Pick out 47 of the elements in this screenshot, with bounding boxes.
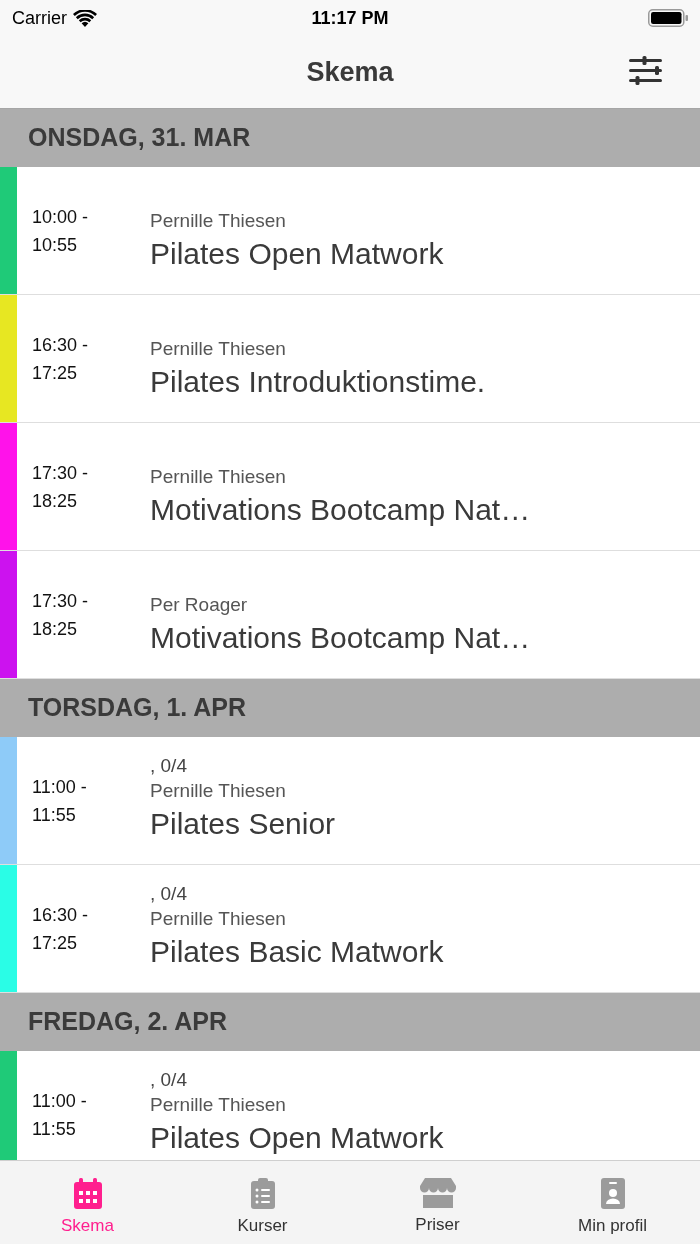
class-row[interactable]: 16:30 - 17:25 , 0/4 Pernille Thiesen Pilates Basic Matwork (0, 865, 700, 993)
class-row[interactable]: 16:30 - 17:25 Pernille Thiesen Pilates Introduktionstime. (0, 295, 700, 423)
date-header: FREDAG, 2. APR (0, 993, 700, 1051)
class-title: Pilates Introduktionstime. (150, 364, 486, 400)
carrier-label: Carrier (12, 6, 67, 30)
capacity-text: , 0/4 (150, 1068, 187, 1092)
instructor-name: Pernille Thiesen (150, 779, 286, 803)
class-title: Pilates Senior (150, 806, 336, 842)
wifi-icon (73, 9, 97, 27)
class-title: Motivations Bootcamp Nat… (150, 620, 531, 656)
time-range: 16:30 - 17:25 (32, 903, 90, 955)
instructor-name: Pernille Thiesen (150, 1093, 286, 1117)
class-title: Motivations Bootcamp Nat… (150, 492, 531, 528)
date-header: ONSDAG, 31. MAR (0, 109, 700, 167)
storefront-icon (419, 1178, 456, 1208)
clipboard-list-icon (250, 1178, 275, 1209)
status-time: 11:17 PM (311, 6, 389, 30)
filter-button[interactable] (629, 56, 662, 85)
instructor-name: Per Roager (150, 593, 248, 617)
instructor-name: Pernille Thiesen (150, 209, 286, 233)
class-row[interactable]: 17:30 - 18:25 Pernille Thiesen Motivations Bootcamp Nat… (0, 423, 700, 551)
time-range: 11:00 - 11:55 (32, 1089, 88, 1141)
sliders-icon (629, 56, 662, 85)
time-range: 16:30 - 17:25 (32, 333, 90, 385)
tab[interactable]: Kurser (175, 1161, 350, 1244)
tab[interactable]: Min profil (525, 1161, 700, 1244)
instructor-name: Pernille Thiesen (150, 337, 286, 361)
class-title: Pilates Basic Matwork (150, 934, 444, 970)
nav-title: Skema (306, 55, 394, 89)
time-range: 10:00 - 10:55 (32, 205, 90, 257)
class-title: Pilates Open Matwork (150, 1120, 444, 1156)
time-range: 17:30 - 18:25 (32, 461, 90, 513)
class-title: Pilates Open Matwork (150, 236, 444, 272)
time-range: 17:30 - 18:25 (32, 589, 90, 641)
tab[interactable]: Priser (350, 1161, 525, 1244)
capacity-text: , 0/4 (150, 754, 187, 778)
instructor-name: Pernille Thiesen (150, 465, 286, 489)
battery-icon (648, 9, 688, 27)
class-row[interactable]: 10:00 - 10:55 Pernille Thiesen Pilates Open Matwork (0, 167, 700, 295)
date-header: TORSDAG, 1. APR (0, 679, 700, 737)
calendar-icon (73, 1178, 102, 1209)
id-badge-icon (600, 1178, 625, 1209)
instructor-name: Pernille Thiesen (150, 907, 286, 931)
capacity-text: , 0/4 (150, 882, 187, 906)
class-row[interactable]: 11:00 - 11:55 , 0/4 Pernille Thiesen Pilates Senior (0, 737, 700, 865)
class-row[interactable]: 17:30 - 18:25 Per Roager Motivations Bootcamp Nat… (0, 551, 700, 679)
time-range: 11:00 - 11:55 (32, 775, 88, 827)
